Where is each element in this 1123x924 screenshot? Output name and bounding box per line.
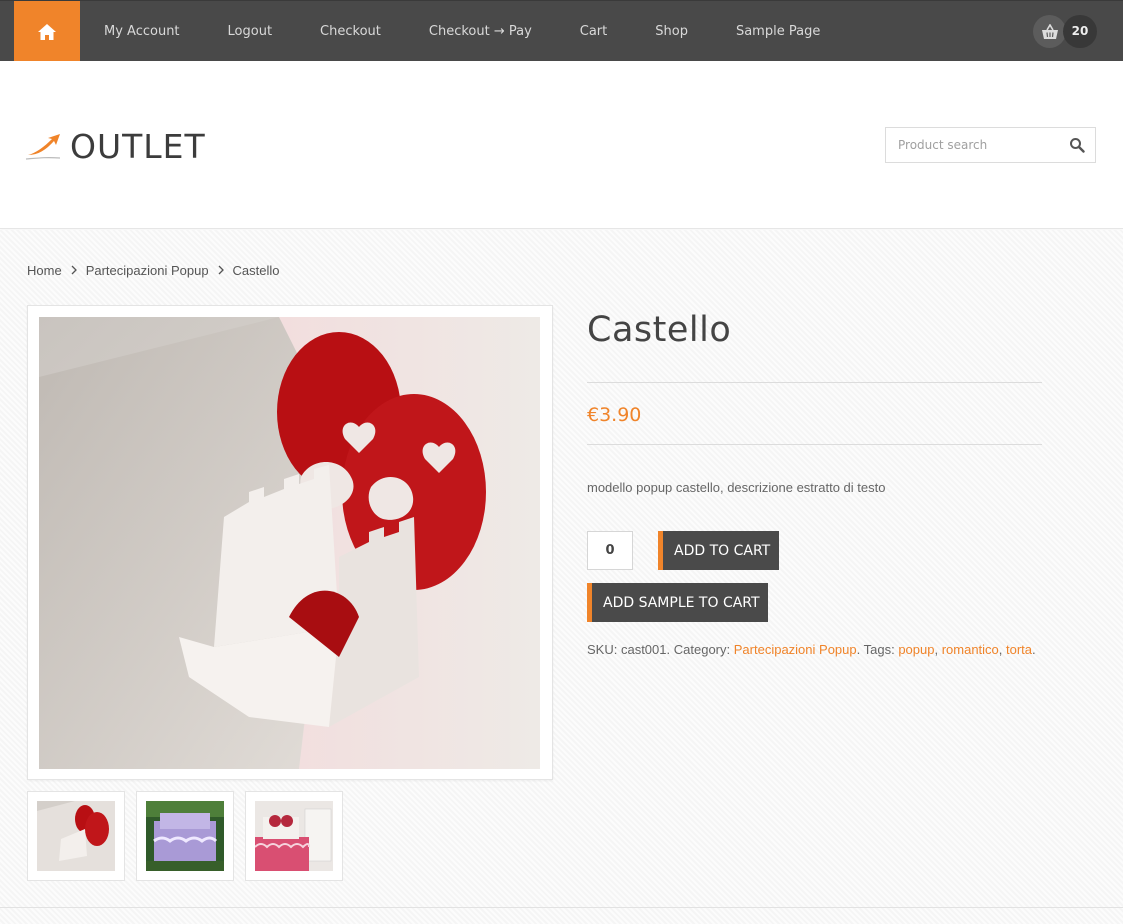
footer-divider [0,907,1123,908]
chevron-right-icon [71,263,77,278]
search-icon[interactable] [1069,137,1085,153]
divider [587,382,1042,383]
product-short-description: modello popup castello, descrizione estr… [587,480,886,495]
nav-cart[interactable]: Cart [556,1,632,62]
sku-label: SKU: [587,642,618,657]
nav-checkout-pay[interactable]: Checkout → Pay [405,1,556,62]
product-meta: SKU: cast001. Category: Partecipazioni P… [587,642,1036,657]
tag-link-popup[interactable]: popup [898,642,934,657]
top-navigation-bar: My Account Logout Checkout Checkout → Pa… [0,0,1123,62]
product-search [885,127,1096,163]
main-content: Home Partecipazioni Popup Castello Caste… [0,230,1123,924]
main-menu: My Account Logout Checkout Checkout → Pa… [80,1,844,62]
sku-value: cast001 [620,642,667,657]
tag-link-romantico[interactable]: romantico [942,642,999,657]
breadcrumb-home[interactable]: Home [27,263,62,278]
product-title: Castello [587,310,732,350]
product-main-image[interactable] [39,317,540,769]
logo-swoosh-icon [25,133,61,160]
divider [587,444,1042,445]
nav-checkout[interactable]: Checkout [296,1,405,62]
product-thumbnail-1[interactable] [27,791,125,881]
basket-icon [1033,15,1066,48]
tags-label: Tags: [863,642,895,657]
quantity-input[interactable] [587,531,633,570]
nav-my-account[interactable]: My Account [80,1,204,62]
logo-text: OUTLET [70,127,206,166]
search-input[interactable] [886,128,1056,162]
site-logo[interactable]: OUTLET [24,127,206,166]
category-label: Category: [673,642,731,657]
add-to-cart-button[interactable]: ADD TO CART [658,531,779,570]
category-link[interactable]: Partecipazioni Popup [734,642,857,657]
breadcrumb: Home Partecipazioni Popup Castello [27,263,280,278]
product-thumbnail-2[interactable] [136,791,234,881]
product-main-image-frame [27,305,553,780]
product-price: €3.90 [587,404,642,426]
tag-link-torta[interactable]: torta [1006,642,1032,657]
chevron-right-icon [218,263,224,278]
product-thumbnail-3[interactable] [245,791,343,881]
nav-sample-page[interactable]: Sample Page [712,1,844,62]
site-header: OUTLET [0,61,1123,229]
nav-logout[interactable]: Logout [204,1,297,62]
nav-shop[interactable]: Shop [631,1,712,62]
mini-cart-button[interactable]: 20 [1033,15,1097,48]
breadcrumb-category[interactable]: Partecipazioni Popup [86,263,209,278]
add-sample-to-cart-button[interactable]: ADD SAMPLE TO CART [587,583,768,622]
cart-count-badge: 20 [1063,15,1097,48]
home-button[interactable] [14,1,80,62]
home-icon [38,23,56,40]
breadcrumb-current: Castello [232,263,280,278]
